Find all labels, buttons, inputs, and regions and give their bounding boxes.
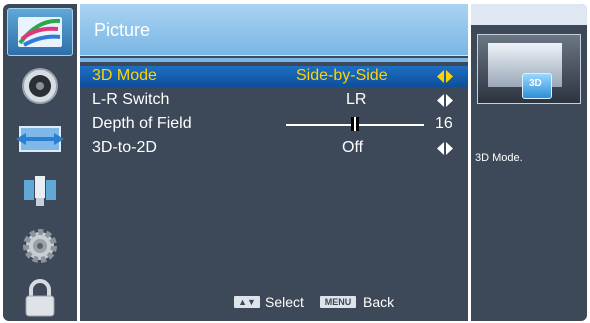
sidebar-item-setup[interactable] — [14, 226, 66, 266]
menu-key-icon: MENU — [320, 296, 356, 308]
menu-item-depth-of-field[interactable]: Depth of Field 16 — [80, 114, 468, 135]
menu-item-label: Depth of Field — [92, 115, 192, 132]
depth-slider-knob[interactable] — [351, 117, 359, 131]
menu-item-label: L-R Switch — [92, 91, 170, 108]
screen-icon — [16, 126, 64, 152]
tv-osd-screen: Picture 3D Mode Side-by-Side L-R Switch … — [0, 0, 590, 323]
info-panel-header — [471, 4, 587, 25]
menu-item-label: 3D Mode — [92, 67, 157, 84]
up-down-key-icon: ▲▼ — [234, 296, 260, 308]
sidebar-item-sound[interactable] — [14, 66, 66, 106]
3d-badge-icon: 3D — [522, 73, 552, 99]
picture-icon — [18, 17, 62, 47]
select-hint: Select — [265, 294, 304, 310]
picture-menu-panel: Picture 3D Mode Side-by-Side L-R Switch … — [80, 4, 468, 321]
menu-item-value: Off — [342, 139, 364, 156]
sidebar-item-picture[interactable] — [7, 8, 73, 56]
sidebar-item-lock[interactable] — [14, 278, 66, 318]
sidebar-item-network[interactable] — [14, 172, 66, 212]
menu-item-3d-mode[interactable]: 3D Mode Side-by-Side — [80, 66, 468, 87]
menu-item-value: Side-by-Side — [296, 67, 388, 84]
sidebar-item-screen[interactable] — [14, 119, 66, 159]
menu-item-value: 16 — [435, 115, 453, 132]
menu-title-bar: Picture — [80, 4, 468, 56]
left-right-arrow-icon[interactable] — [437, 70, 453, 83]
left-right-arrow-icon[interactable] — [437, 142, 453, 155]
page-title: Picture — [94, 20, 151, 40]
menu-item-label: 3D-to-2D — [92, 139, 157, 156]
info-panel: 3D 3D Mode. — [471, 4, 587, 321]
lock-icon — [25, 279, 55, 317]
left-right-arrow-icon[interactable] — [437, 94, 453, 107]
menu-item-lr-switch[interactable]: L-R Switch LR — [80, 90, 468, 111]
category-sidebar — [3, 4, 77, 321]
network-icon — [24, 176, 56, 206]
sound-icon — [22, 68, 58, 104]
menu-item-value: LR — [346, 91, 367, 108]
back-hint: Back — [363, 294, 395, 310]
item-description: 3D Mode. — [475, 152, 523, 164]
3d-preview-image: 3D — [477, 34, 581, 104]
menu-item-3d-to-2d[interactable]: 3D-to-2D Off — [80, 138, 468, 159]
setup-icon — [23, 229, 57, 263]
title-divider — [80, 58, 468, 62]
